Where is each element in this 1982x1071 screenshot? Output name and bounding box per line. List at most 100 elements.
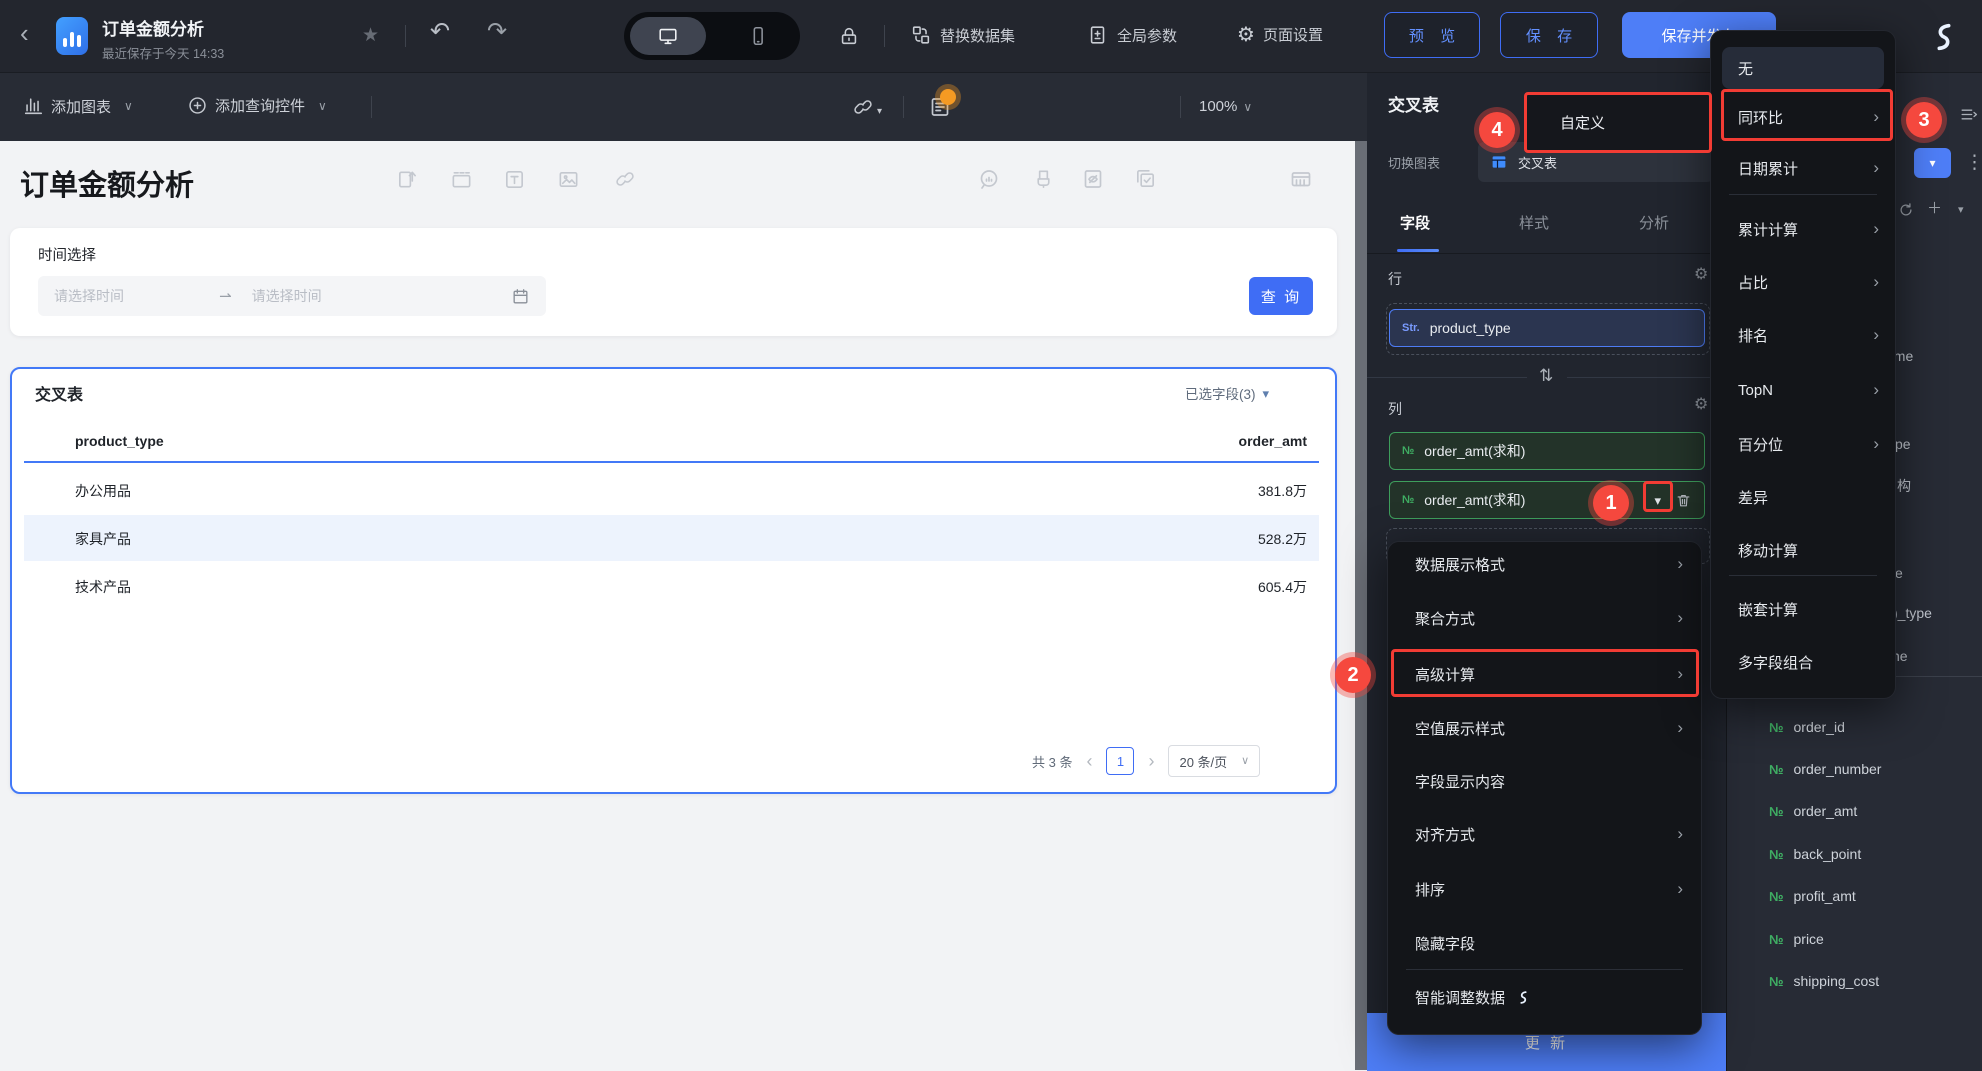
date-range-input[interactable]: 请选择时间 ⇀ 请选择时间	[38, 276, 546, 316]
field-name: shipping_cost	[1793, 973, 1880, 989]
comment-button[interactable]	[928, 89, 956, 119]
dataset-field[interactable]: № order_id	[1769, 719, 1845, 735]
tab-analysis[interactable]: 分析	[1639, 212, 1669, 233]
field-name-fragment[interactable]: pe	[1895, 436, 1911, 452]
field-name-fragment[interactable]: 构	[1897, 476, 1911, 496]
more-options-icon[interactable]: ⋮	[1965, 153, 1982, 172]
add-query-control-button[interactable]: 添加查询控件 ∨	[187, 95, 327, 116]
menu-item-aggregation[interactable]: 聚合方式 ›	[1415, 596, 1683, 640]
current-page-button[interactable]: 1	[1106, 747, 1135, 775]
dataset-select-button[interactable]: ▾	[1914, 148, 1951, 178]
date-start-placeholder[interactable]: 请选择时间	[54, 286, 124, 306]
dataset-field[interactable]: № price	[1769, 931, 1824, 947]
dataset-field[interactable]: № profit_amt	[1769, 888, 1856, 904]
row-field-pill[interactable]: Str. product_type	[1389, 309, 1705, 347]
page-size-value: 20 条/页	[1179, 754, 1228, 770]
menu-item-alignment[interactable]: 对齐方式 ›	[1415, 812, 1683, 856]
menu-item-data-format[interactable]: 数据展示格式 ›	[1415, 542, 1683, 586]
date-end-placeholder[interactable]: 请选择时间	[252, 286, 322, 306]
menu-item-label: 空值展示样式	[1415, 720, 1506, 738]
grid-ruler-icon[interactable]	[1288, 167, 1314, 191]
device-toggle[interactable]	[624, 12, 800, 60]
undo-icon[interactable]: ↶	[430, 20, 450, 44]
selected-fields-dropdown[interactable]: 已选字段(3) ▾	[1185, 383, 1269, 403]
rows-gear-icon[interactable]: ⚙	[1694, 267, 1708, 283]
field-name-fragment[interactable]: )_type	[1893, 605, 1932, 621]
batch-select-icon[interactable]	[1134, 167, 1157, 190]
device-toggle-mobile[interactable]	[720, 17, 796, 55]
global-params-button[interactable]: 全局参数	[1087, 24, 1177, 46]
canvas-scrollbar[interactable]	[1355, 140, 1367, 1070]
submenu-item-proportion[interactable]: 占比 ›	[1738, 260, 1879, 304]
zoom-select[interactable]: 100% ∨	[1199, 98, 1252, 115]
next-page-icon[interactable]: ›	[1148, 752, 1154, 770]
hidden-components-icon[interactable]	[1081, 167, 1105, 191]
submenu-item-multi-field[interactable]: 多字段组合	[1738, 640, 1879, 684]
dataset-field[interactable]: № back_point	[1769, 846, 1861, 862]
menu-item-null-style[interactable]: 空值展示样式 ›	[1415, 706, 1683, 750]
tab-component-icon[interactable]	[450, 168, 473, 191]
dataset-field[interactable]: № order_amt	[1769, 803, 1857, 819]
ai-chat-icon[interactable]	[977, 167, 1001, 191]
menu-item-hide-field[interactable]: 隐藏字段	[1415, 921, 1683, 965]
chevron-right-icon: ›	[1677, 608, 1683, 627]
submenu-item-difference[interactable]: 差异	[1738, 475, 1879, 519]
tab-style[interactable]: 样式	[1519, 212, 1549, 233]
linkage-button[interactable]: ▾	[852, 96, 882, 118]
table-row[interactable]: 办公用品 381.8万	[24, 469, 1319, 513]
submenu-item-cumulative-calc[interactable]: 累计计算 ›	[1738, 207, 1879, 251]
redo-icon[interactable]: ↷	[487, 20, 507, 44]
table-row[interactable]: 家具产品 528.2万	[24, 515, 1319, 561]
chevron-right-icon: ›	[1873, 434, 1879, 453]
cross-table-card[interactable]: 交叉表 已选字段(3) ▾ product_type order_amt 办公用…	[10, 367, 1337, 794]
custom-option-popup[interactable]: 自定义	[1524, 92, 1712, 153]
collapse-panel-icon[interactable]	[1958, 105, 1979, 124]
save-button[interactable]: 保 存	[1500, 12, 1598, 58]
link-component-icon[interactable]	[614, 168, 636, 190]
columns-gear-icon[interactable]: ⚙	[1694, 397, 1708, 413]
lock-icon[interactable]	[838, 25, 860, 47]
dataset-field[interactable]: № order_number	[1769, 761, 1881, 777]
clear-canvas-brush-icon[interactable]	[1032, 167, 1055, 190]
submenu-item-ranking[interactable]: 排名 ›	[1738, 313, 1879, 357]
prev-page-icon[interactable]: ‹	[1086, 752, 1092, 770]
refresh-fields-icon[interactable]	[1897, 201, 1915, 219]
submenu-item-moving-calc[interactable]: 移动计算	[1738, 528, 1879, 572]
image-component-icon[interactable]	[557, 168, 580, 191]
back-icon[interactable]: ‹	[20, 20, 29, 46]
menu-item-sort[interactable]: 排序 ›	[1415, 867, 1683, 911]
menu-item-label: 日期累计	[1738, 160, 1799, 178]
preview-button[interactable]: 预 览	[1384, 12, 1480, 58]
brand-logo-icon[interactable]	[1924, 17, 1964, 57]
star-icon[interactable]: ★	[362, 26, 379, 45]
submenu-item-nested-calc[interactable]: 嵌套计算	[1738, 587, 1879, 631]
dataset-field[interactable]: № shipping_cost	[1769, 973, 1879, 989]
app-header: ‹ 订单金额分析 最近保存于今天 14:33 ★ ↶ ↷ 替换数据集 全局参数 …	[0, 0, 1982, 72]
query-button[interactable]: 查 询	[1249, 277, 1313, 315]
tab-fields[interactable]: 字段	[1400, 212, 1430, 233]
media-widget-icon[interactable]	[396, 168, 419, 191]
device-toggle-desktop[interactable]	[630, 17, 706, 55]
add-field-icon[interactable]: ＋	[1927, 201, 1942, 216]
add-chart-button[interactable]: 添加图表 ∨	[22, 95, 133, 117]
field-name-fragment[interactable]: e	[1895, 565, 1903, 581]
menu-item-display-content[interactable]: 字段显示内容	[1415, 759, 1683, 803]
submenu-item-topn[interactable]: TopN ›	[1738, 368, 1879, 412]
cell-product-type: 家具产品	[75, 531, 131, 547]
menu-item-smart-adjust[interactable]: 智能调整数据	[1415, 975, 1683, 1019]
page-size-select[interactable]: 20 条/页 ∨	[1168, 745, 1261, 777]
submenu-item-percentile[interactable]: 百分位 ›	[1738, 422, 1879, 466]
replace-dataset-button[interactable]: 替换数据集	[910, 24, 1015, 46]
column-field-pill[interactable]: № order_amt(求和)	[1389, 432, 1705, 470]
submenu-item-none[interactable]: 无	[1722, 47, 1884, 89]
page-settings-button[interactable]: ⚙ 页面设置	[1237, 24, 1323, 45]
text-component-icon[interactable]	[503, 168, 526, 191]
swap-axes-icon[interactable]: ⇅	[1539, 367, 1553, 384]
calendar-icon[interactable]	[511, 287, 530, 306]
submenu-item-date-cumulative[interactable]: 日期累计 ›	[1738, 146, 1879, 190]
delete-field-icon[interactable]	[1675, 492, 1692, 509]
column-header[interactable]: product_type	[75, 433, 164, 449]
collapse-fields-icon[interactable]: ▾	[1958, 205, 1964, 216]
column-header[interactable]: order_amt	[1239, 433, 1307, 449]
table-row[interactable]: 技术产品 605.4万	[24, 565, 1319, 609]
